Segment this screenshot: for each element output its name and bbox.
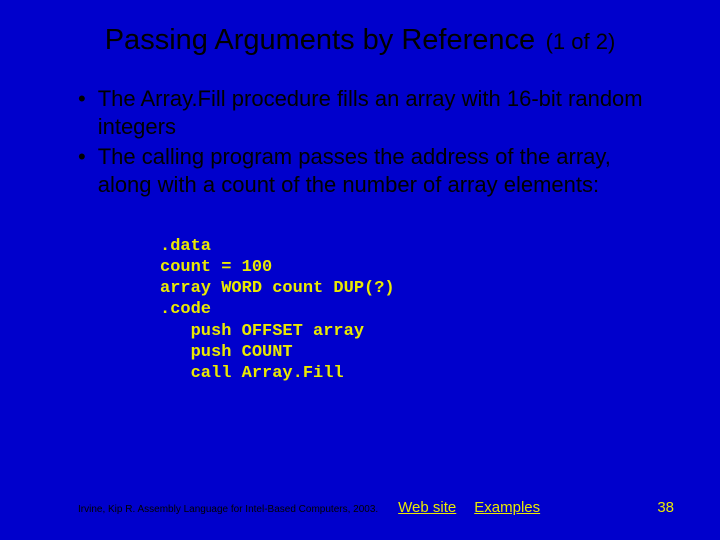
website-link[interactable]: Web site bbox=[398, 499, 456, 516]
page-number: 38 bbox=[657, 499, 674, 516]
slide: Passing Arguments by Reference (1 of 2) … bbox=[0, 0, 720, 540]
title-row: Passing Arguments by Reference (1 of 2) bbox=[0, 24, 720, 57]
slide-title-suffix: (1 of 2) bbox=[546, 29, 616, 54]
slide-title: Passing Arguments by Reference bbox=[105, 24, 535, 56]
footer: Irvine, Kip R. Assembly Language for Int… bbox=[0, 499, 720, 516]
bullet-text: The calling program passes the address o… bbox=[98, 143, 660, 199]
bullet-dot-icon: • bbox=[78, 143, 86, 199]
bullet-dot-icon: • bbox=[78, 85, 86, 141]
citation-text: Irvine, Kip R. Assembly Language for Int… bbox=[78, 504, 378, 515]
code-block: .data count = 100 array WORD count DUP(?… bbox=[160, 236, 720, 385]
bullet-text: The Array.Fill procedure fills an array … bbox=[98, 85, 660, 141]
bullet-item: • The calling program passes the address… bbox=[78, 143, 660, 199]
bullet-item: • The Array.Fill procedure fills an arra… bbox=[78, 85, 660, 141]
footer-links: Web site Examples bbox=[398, 499, 540, 516]
examples-link[interactable]: Examples bbox=[474, 499, 540, 516]
bullet-list: • The Array.Fill procedure fills an arra… bbox=[0, 85, 720, 200]
